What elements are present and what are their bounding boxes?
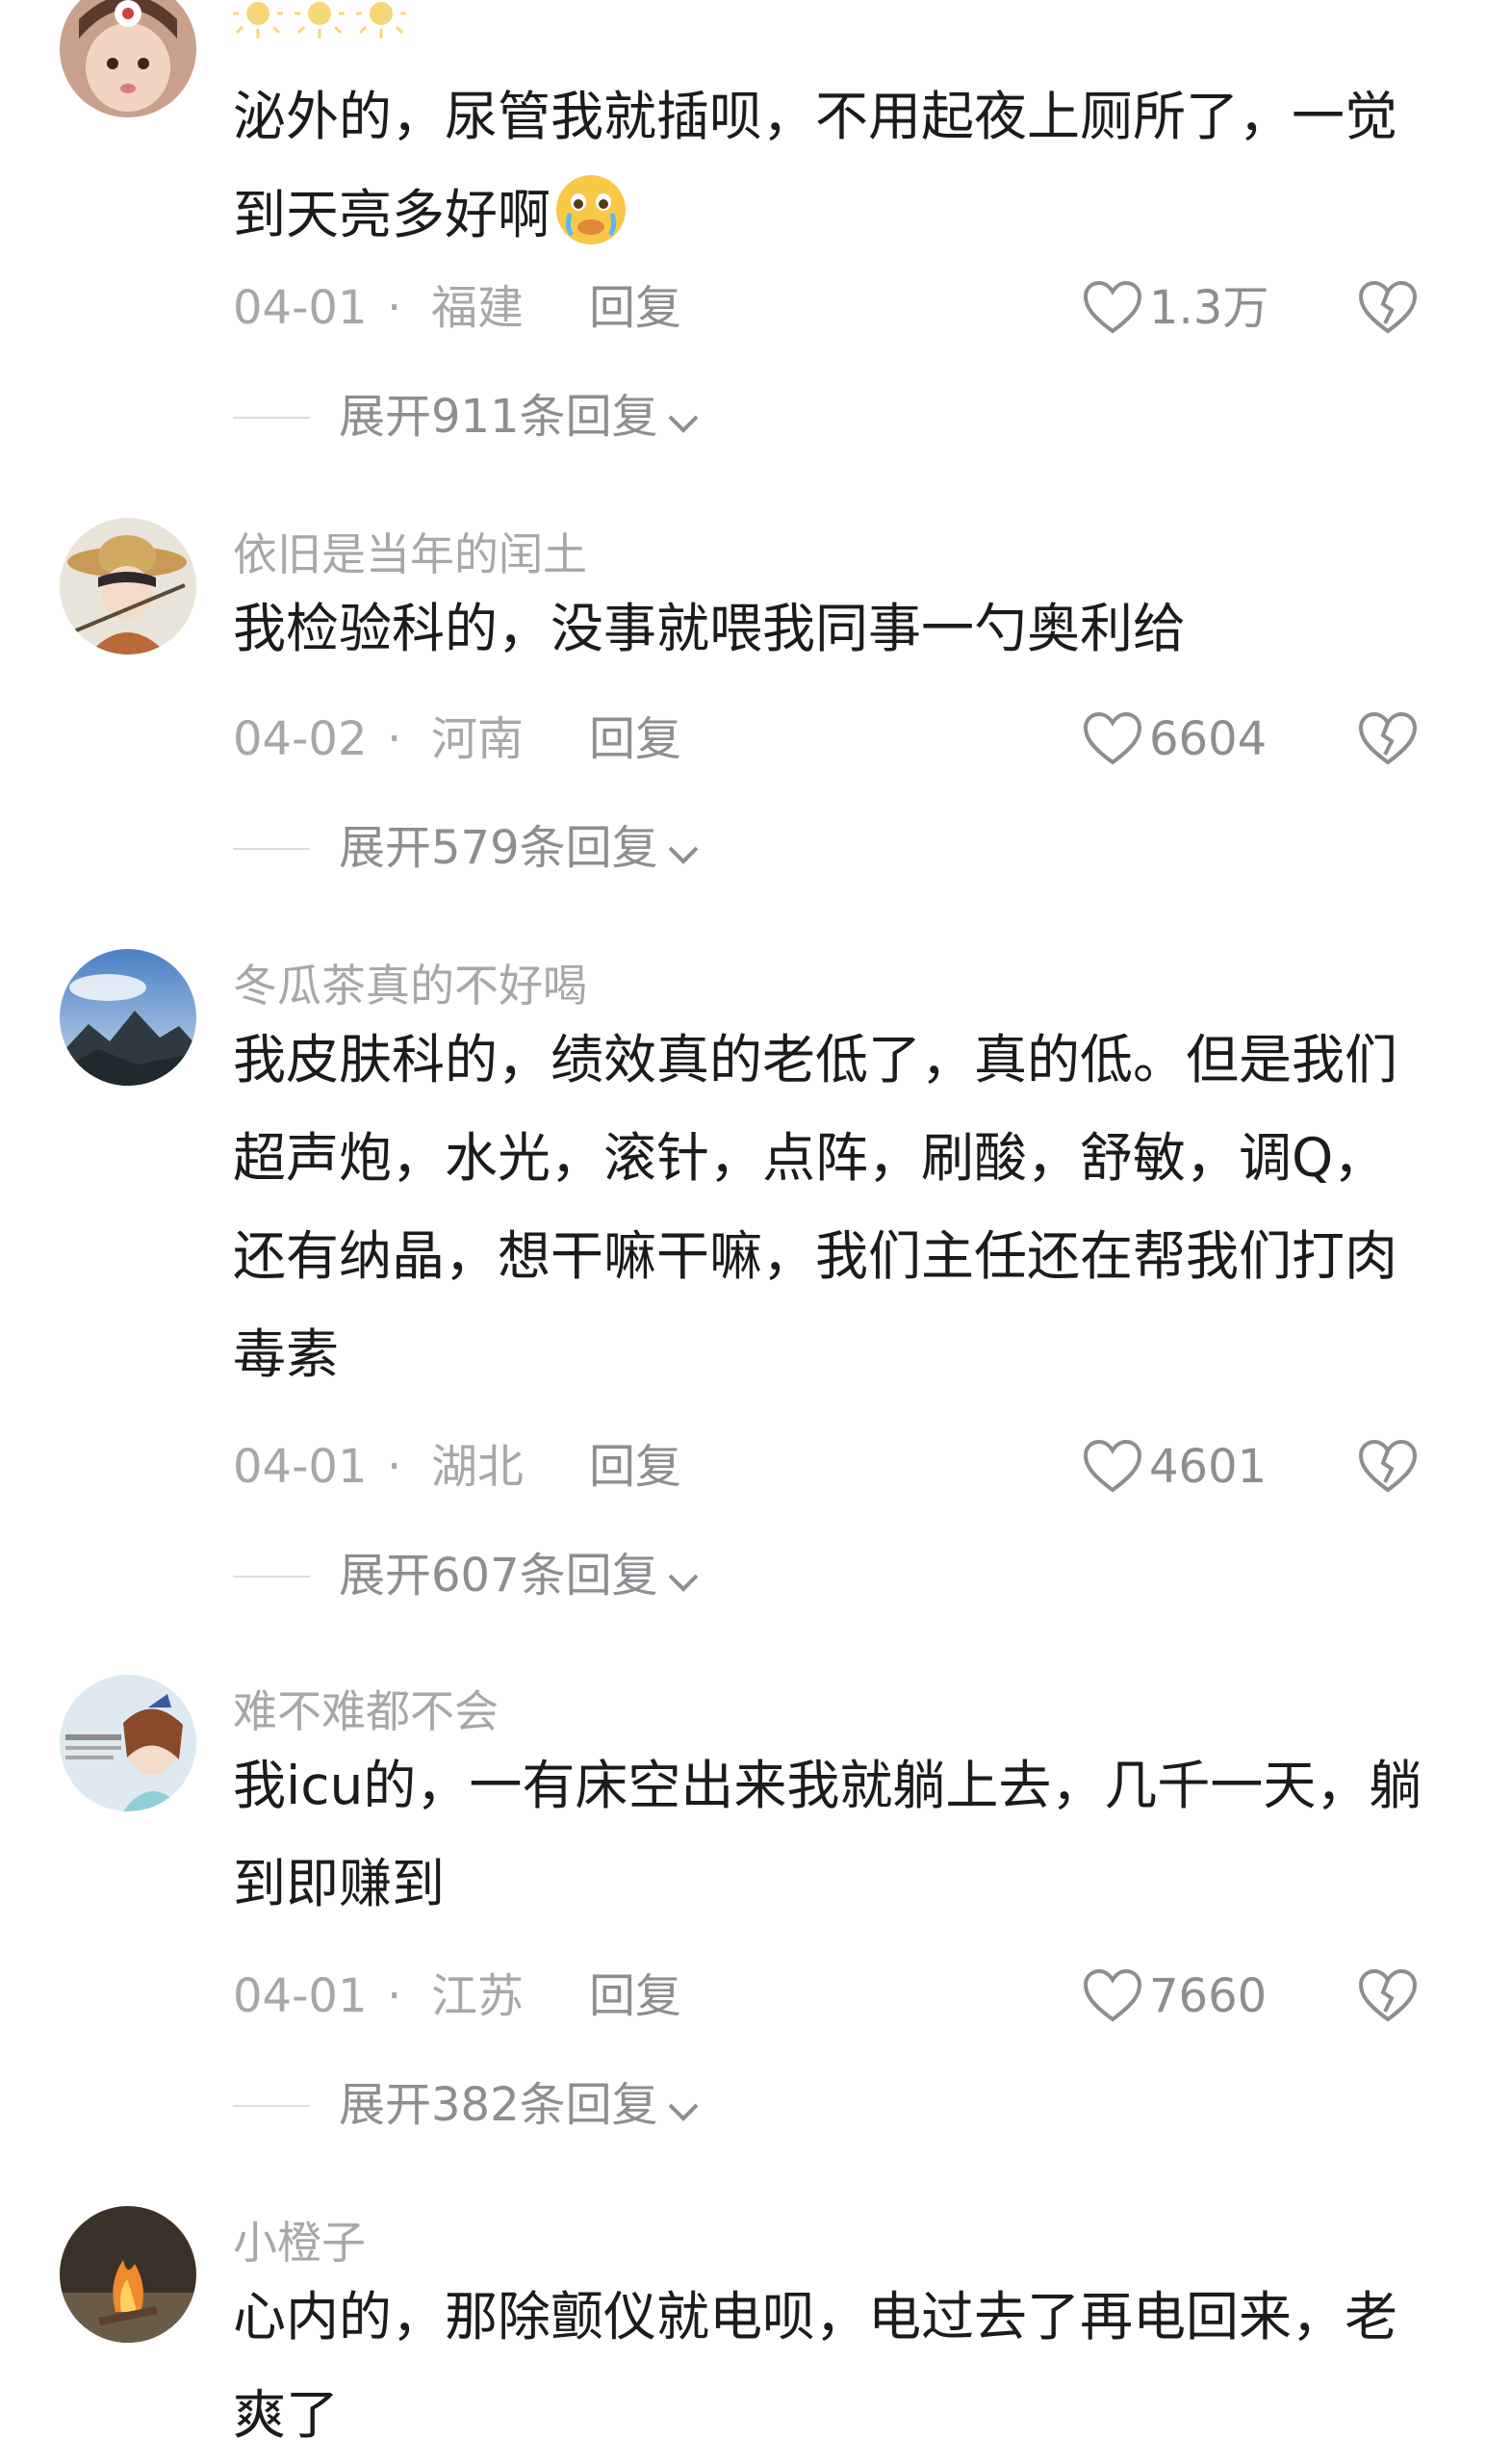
- like-button[interactable]: 4601: [1082, 1428, 1267, 1505]
- comment-region: 湖北: [431, 1440, 525, 1494]
- expand-replies-label: 展开382条回复: [339, 2078, 658, 2132]
- user-badge-row: [233, 0, 418, 48]
- dislike-button[interactable]: [1357, 1438, 1419, 1496]
- avatar[interactable]: [60, 0, 196, 117]
- broken-heart-icon: [1358, 711, 1418, 765]
- chevron-down-icon: [668, 2103, 699, 2121]
- heart-icon: [1083, 280, 1142, 334]
- sun-badge-icon: [233, 0, 283, 48]
- broken-heart-icon: [1358, 1439, 1418, 1493]
- like-count: 6604: [1149, 712, 1268, 766]
- expand-replies-label: 展开579条回复: [339, 821, 658, 875]
- avatar[interactable]: [60, 949, 196, 1086]
- heart-icon: [1083, 1439, 1142, 1493]
- comment-region: 河南: [431, 712, 525, 766]
- reply-button[interactable]: 回复: [589, 270, 681, 346]
- heart-icon: [1083, 711, 1142, 765]
- like-button[interactable]: 1.3万: [1082, 270, 1268, 346]
- expand-replies-label: 展开911条回复: [339, 390, 658, 444]
- reply-button[interactable]: 回复: [589, 701, 681, 778]
- like-button[interactable]: 7660: [1082, 1958, 1267, 2035]
- dislike-button[interactable]: [1357, 279, 1419, 337]
- comment-date: 04-02: [233, 712, 368, 766]
- username[interactable]: 依旧是当年的闰土: [233, 526, 1436, 583]
- comment-text: 我皮肤科的，绩效真的老低了，真的低。但是我们超声炮，水光，滚针，点阵，刷酸，舒敏…: [233, 1029, 1398, 1385]
- crying-emoji-icon: [552, 171, 629, 248]
- comment-meta: 04-01 · 福建 回复 1.3万: [233, 270, 1436, 346]
- avatar[interactable]: [60, 2206, 196, 2343]
- sun-badge-icon: [295, 0, 345, 48]
- comment-region: 福建: [431, 281, 525, 335]
- meta-separator: ·: [387, 281, 402, 335]
- meta-separator: ·: [387, 712, 402, 766]
- like-count: 4601: [1149, 1440, 1268, 1494]
- chevron-down-icon: [668, 1574, 699, 1592]
- comment-text: 泌外的，尿管我就插呗，不用起夜上厕所了，一觉到天亮多好啊: [233, 67, 1436, 264]
- username[interactable]: 小橙子: [233, 2214, 1436, 2272]
- divider: [233, 1576, 310, 1578]
- chevron-down-icon: [668, 415, 699, 433]
- meta-separator: ·: [387, 1969, 402, 2023]
- dislike-button[interactable]: [1357, 710, 1419, 768]
- chevron-down-icon: [668, 846, 699, 864]
- divider: [233, 848, 310, 850]
- comment-text: 我检验科的，没事就喂我同事一勺奥利给: [233, 598, 1187, 659]
- reply-button[interactable]: 回复: [589, 1958, 681, 2035]
- like-button[interactable]: 6604: [1082, 701, 1267, 778]
- username[interactable]: 冬瓜茶真的不好喝: [233, 957, 1436, 1014]
- comment-date: 04-01: [233, 1969, 368, 2023]
- broken-heart-icon: [1358, 280, 1418, 334]
- comment-date: 04-01: [233, 281, 368, 335]
- comment-meta: 04-02 · 河南 回复 6604: [233, 701, 1436, 778]
- heart-icon: [1083, 1968, 1142, 2022]
- avatar[interactable]: [60, 1675, 196, 1811]
- comment-region: 江苏: [431, 1969, 525, 2023]
- divider: [233, 2105, 310, 2107]
- like-count: 1.3万: [1149, 281, 1269, 335]
- comment-text: 心内的，那除颤仪就电呗，电过去了再电回来，老爽了: [233, 2286, 1398, 2446]
- like-count: 7660: [1149, 1969, 1268, 2023]
- comment-meta: 04-01 · 湖北 回复 4601: [233, 1428, 1436, 1505]
- username[interactable]: 难不难都不会: [233, 1682, 1436, 1740]
- sun-badge-icon: [356, 0, 406, 48]
- avatar[interactable]: [60, 518, 196, 654]
- meta-separator: ·: [387, 1440, 402, 1494]
- expand-replies-label: 展开607条回复: [339, 1549, 658, 1603]
- reply-button[interactable]: 回复: [589, 1428, 681, 1505]
- broken-heart-icon: [1358, 1968, 1418, 2022]
- comment-text: 我icu的，一有床空出来我就躺上去，几千一天，躺到即赚到: [233, 1755, 1422, 1914]
- divider: [233, 417, 310, 419]
- dislike-button[interactable]: [1357, 1967, 1419, 2025]
- comment-meta: 04-01 · 江苏 回复 7660: [233, 1958, 1436, 2035]
- comment-date: 04-01: [233, 1440, 368, 1494]
